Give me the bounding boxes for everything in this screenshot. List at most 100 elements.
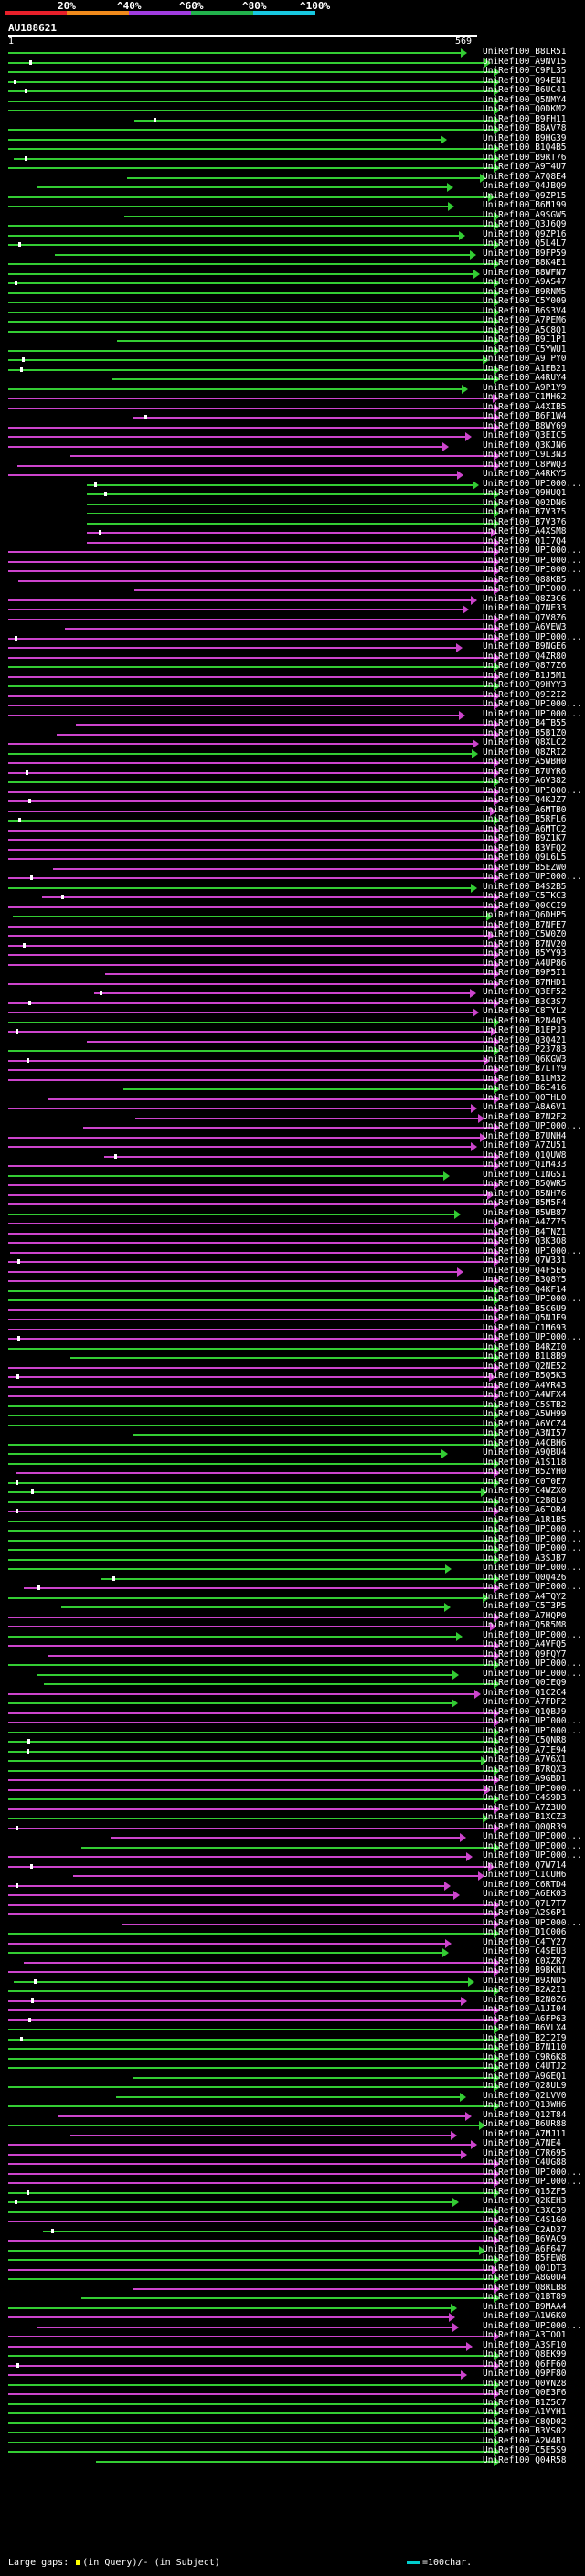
hit-label[interactable]: UniRef100_UPI000... <box>483 1630 582 1640</box>
hit-label[interactable]: UniRef100_B5Q5K3 <box>483 1371 567 1381</box>
hit-label[interactable]: UniRef100_UPI000... <box>483 709 582 719</box>
hit-label[interactable]: UniRef100_B4TNZ1 <box>483 1227 567 1237</box>
hit-label[interactable]: UniRef100_B1J5M1 <box>483 671 567 681</box>
hit-label[interactable]: UniRef100_C4S9D3 <box>483 1793 567 1803</box>
hit-label[interactable]: UniRef100_Q8EK99 <box>483 2349 567 2359</box>
hit-label[interactable]: UniRef100_B1Q4B5 <box>483 143 567 153</box>
hit-label[interactable]: UniRef100_A3NI57 <box>483 1428 567 1438</box>
hit-label[interactable]: UniRef100_Q2LVV0 <box>483 2091 567 2101</box>
hit-label[interactable]: UniRef100_Q7L7T7 <box>483 1899 567 1909</box>
hit-label[interactable]: UniRef100_B7V376 <box>483 517 567 527</box>
hit-label[interactable]: UniRef100_B7MHD1 <box>483 978 567 988</box>
hit-label[interactable]: UniRef100_B6UC41 <box>483 85 567 95</box>
hit-label[interactable]: UniRef100_UPI000... <box>483 1918 582 1928</box>
hit-label[interactable]: UniRef100_Q0DKM2 <box>483 104 567 114</box>
hit-label[interactable]: UniRef100_Q94EN1 <box>483 76 567 86</box>
hit-label[interactable]: UniRef100_Q1I7Q4 <box>483 536 567 546</box>
hit-label[interactable]: UniRef100_UPI000... <box>483 872 582 882</box>
hit-label[interactable]: UniRef100_A1VYH1 <box>483 2407 567 2417</box>
hit-label[interactable]: UniRef100_A7V6X1 <box>483 1754 567 1765</box>
hit-label[interactable]: UniRef100_B4RZI0 <box>483 1342 567 1352</box>
hit-label[interactable]: UniRef100_A6VEW3 <box>483 622 567 632</box>
hit-label[interactable]: UniRef100_A5C8Q1 <box>483 325 567 335</box>
hit-label[interactable]: UniRef100_B5WB87 <box>483 1208 567 1218</box>
hit-label[interactable]: UniRef100_A9SGW5 <box>483 210 567 220</box>
hit-label[interactable]: UniRef100_B7RQX3 <box>483 1765 567 1775</box>
hit-label[interactable]: UniRef100_Q6DHP5 <box>483 910 567 920</box>
hit-label[interactable]: UniRef100_B3VS02 <box>483 2426 567 2436</box>
hit-label[interactable]: UniRef100_A9QBU4 <box>483 1447 567 1458</box>
hit-label[interactable]: UniRef100_Q8XLC2 <box>483 737 567 747</box>
hit-label[interactable]: UniRef100_Q12T84 <box>483 2110 567 2120</box>
hit-label[interactable]: UniRef100_Q0THL0 <box>483 1093 567 1103</box>
hit-label[interactable]: UniRef100_C3XC39 <box>483 2206 567 2216</box>
hit-label[interactable]: UniRef100_Q3EIC5 <box>483 430 567 440</box>
hit-label[interactable]: UniRef100_B6VLX4 <box>483 2023 567 2033</box>
hit-label[interactable]: UniRef100_C5STB2 <box>483 1400 567 1410</box>
hit-label[interactable]: UniRef100_B1EPJ3 <box>483 1025 567 1035</box>
hit-label[interactable]: UniRef100_UPI000... <box>483 1582 582 1592</box>
hit-label[interactable]: UniRef100_UPI000... <box>483 1716 582 1726</box>
hit-label[interactable]: UniRef100_B7V375 <box>483 507 567 517</box>
hit-label[interactable]: UniRef100_C5T3P5 <box>483 1601 567 1611</box>
hit-label[interactable]: UniRef100_A6FP63 <box>483 2014 567 2024</box>
hit-label[interactable]: UniRef100_UPI000... <box>483 1294 582 1304</box>
hit-label[interactable]: UniRef100_B2A2I1 <box>483 1985 567 1995</box>
hit-label[interactable]: UniRef100_Q0VN28 <box>483 2379 567 2389</box>
hit-label[interactable]: UniRef100_UPI000... <box>483 556 582 566</box>
hit-label[interactable]: UniRef100_C8QD02 <box>483 2417 567 2427</box>
hit-label[interactable]: UniRef100_Q9I2I2 <box>483 690 567 700</box>
hit-label[interactable]: UniRef100_B7NFE7 <box>483 920 567 930</box>
hit-label[interactable]: UniRef100_UPI000... <box>483 1563 582 1573</box>
hit-label[interactable]: UniRef100_A6VCZ4 <box>483 1419 567 1429</box>
hit-label[interactable]: UniRef100_Q3EF52 <box>483 987 567 997</box>
hit-label[interactable]: UniRef100_D1C006 <box>483 1927 567 1937</box>
hit-label[interactable]: UniRef100_UPI000... <box>483 1524 582 1534</box>
hit-label[interactable]: UniRef100_A4CBH6 <box>483 1438 567 1448</box>
hit-label[interactable]: UniRef100_A6F647 <box>483 2244 567 2254</box>
hit-label[interactable]: UniRef100_C5Y009 <box>483 296 567 306</box>
hit-label[interactable]: UniRef100_B9NGE6 <box>483 641 567 652</box>
hit-label[interactable]: UniRef100_C9R6K8 <box>483 2052 567 2062</box>
hit-label[interactable]: UniRef100_B5RFL6 <box>483 814 567 824</box>
hit-label[interactable]: UniRef100_UPI000... <box>483 786 582 796</box>
hit-label[interactable]: UniRef100_B6VAC9 <box>483 2234 567 2244</box>
hit-label[interactable]: UniRef100_A9TPY0 <box>483 354 567 364</box>
hit-label[interactable]: UniRef100_UPI000... <box>483 1841 582 1851</box>
hit-label[interactable]: UniRef100_A3SJB7 <box>483 1553 567 1564</box>
hit-label[interactable]: UniRef100_Q4KJZ7 <box>483 795 567 805</box>
hit-label[interactable]: UniRef100_B5FEW8 <box>483 2253 567 2263</box>
hit-label[interactable]: UniRef100_A7FDF2 <box>483 1697 567 1707</box>
hit-label[interactable]: UniRef100_B9P5I1 <box>483 968 567 978</box>
hit-label[interactable]: UniRef100_A9GBD1 <box>483 1774 567 1784</box>
hit-label[interactable]: UniRef100_C6RTD4 <box>483 1880 567 1890</box>
hit-label[interactable]: UniRef100_Q6KGW3 <box>483 1055 567 1065</box>
hit-label[interactable]: UniRef100_Q4JBQ9 <box>483 181 567 191</box>
hit-label[interactable]: UniRef100_UPI000... <box>483 1659 582 1669</box>
hit-label[interactable]: UniRef100_C0T0E7 <box>483 1477 567 1487</box>
hit-label[interactable]: UniRef100_B5EZW0 <box>483 863 567 873</box>
hit-label[interactable]: UniRef100_C9PL35 <box>483 66 567 76</box>
hit-label[interactable]: UniRef100_B9I1P1 <box>483 334 567 345</box>
hit-label[interactable]: UniRef100_A4RKY5 <box>483 469 567 479</box>
hit-label[interactable]: UniRef100_Q7V8Z6 <box>483 613 567 623</box>
hit-label[interactable]: UniRef100_Q5L4L7 <box>483 239 567 249</box>
hit-label[interactable]: UniRef100_Q1QUW8 <box>483 1150 567 1161</box>
hit-label[interactable]: UniRef100_A8G0U4 <box>483 2273 567 2283</box>
hit-label[interactable]: UniRef100_A4ZZ75 <box>483 1217 567 1227</box>
hit-label[interactable]: UniRef100_Q4F5E6 <box>483 1266 567 1276</box>
hit-label[interactable]: UniRef100_B7UNH4 <box>483 1131 567 1141</box>
hit-label[interactable]: UniRef100_C4TY27 <box>483 1937 567 1947</box>
hit-label[interactable]: UniRef100_Q9ZP16 <box>483 229 567 239</box>
hit-label[interactable]: UniRef100_B9FH11 <box>483 114 567 124</box>
hit-label[interactable]: UniRef100_C5TKC3 <box>483 891 567 901</box>
hit-label[interactable]: UniRef100_A9P1Y9 <box>483 383 567 393</box>
hit-label[interactable]: UniRef100_Q9HUQ1 <box>483 488 567 498</box>
hit-label[interactable]: UniRef100_C1M693 <box>483 1323 567 1333</box>
hit-label[interactable]: UniRef100_B9Z1K7 <box>483 833 567 843</box>
hit-label[interactable]: UniRef100_UPI000... <box>483 1121 582 1131</box>
hit-label[interactable]: UniRef100_A4XIB5 <box>483 402 567 412</box>
hit-label[interactable]: UniRef100_B7UYR6 <box>483 767 567 777</box>
hit-label[interactable]: UniRef100_A5WH99 <box>483 1409 567 1419</box>
hit-label[interactable]: UniRef100_Q7W714 <box>483 1860 567 1871</box>
